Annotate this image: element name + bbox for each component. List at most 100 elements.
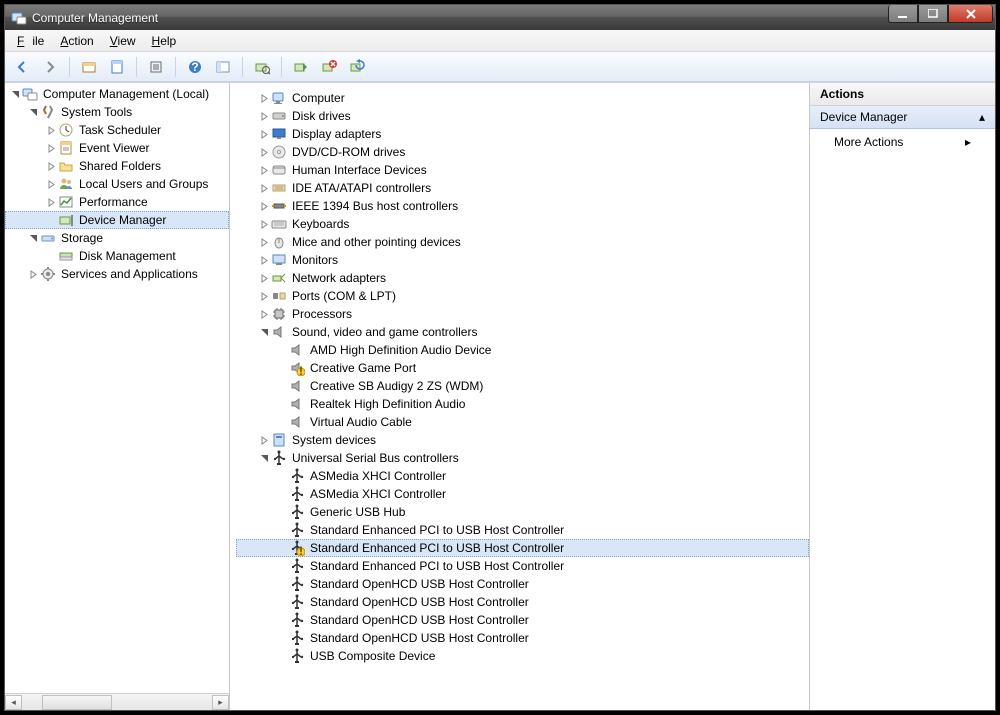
maximize-button[interactable] — [918, 5, 948, 23]
tree-item[interactable]: ASMedia XHCI Controller — [236, 467, 809, 485]
expand-closed-icon[interactable] — [258, 434, 270, 446]
menu-action[interactable]: Action — [56, 32, 97, 50]
expand-closed-icon[interactable] — [45, 178, 57, 190]
tree-item[interactable]: Standard Enhanced PCI to USB Host Contro… — [236, 521, 809, 539]
menu-view[interactable]: View — [106, 32, 140, 50]
scroll-right-button[interactable]: ▸ — [212, 695, 229, 710]
tree-item[interactable]: Universal Serial Bus controllers — [236, 449, 809, 467]
tree-item[interactable]: Computer — [236, 89, 809, 107]
help-button[interactable]: ? — [184, 56, 206, 78]
expand-closed-icon[interactable] — [45, 142, 57, 154]
tree-item[interactable]: Ports (COM & LPT) — [236, 287, 809, 305]
forward-button[interactable] — [39, 56, 61, 78]
menu-file[interactable]: File — [13, 32, 48, 50]
expand-closed-icon[interactable] — [27, 268, 39, 280]
expand-closed-icon[interactable] — [258, 110, 270, 122]
tree-item[interactable]: Display adapters — [236, 125, 809, 143]
tree-item[interactable]: Generic USB Hub — [236, 503, 809, 521]
menu-help[interactable]: Help — [148, 32, 181, 50]
tree-item[interactable]: !Creative Game Port — [236, 359, 809, 377]
tree-item[interactable]: Disk Management — [5, 247, 229, 265]
expand-closed-icon[interactable] — [258, 164, 270, 176]
tree-item[interactable]: Creative SB Audigy 2 ZS (WDM) — [236, 377, 809, 395]
tree-item[interactable]: Disk drives — [236, 107, 809, 125]
scan-hardware-button[interactable] — [251, 56, 273, 78]
show-hide-console-button[interactable] — [78, 56, 100, 78]
expand-none-icon — [276, 596, 288, 608]
tree-item[interactable]: Keyboards — [236, 215, 809, 233]
update-driver-button[interactable] — [346, 56, 368, 78]
tree-item[interactable]: Mice and other pointing devices — [236, 233, 809, 251]
tree-item[interactable]: Event Viewer — [5, 139, 229, 157]
tree-item[interactable]: IEEE 1394 Bus host controllers — [236, 197, 809, 215]
properties-button[interactable] — [106, 56, 128, 78]
tree-item-label: Standard Enhanced PCI to USB Host Contro… — [308, 559, 566, 573]
expand-closed-icon[interactable] — [258, 92, 270, 104]
tree-item[interactable]: Standard Enhanced PCI to USB Host Contro… — [236, 557, 809, 575]
expand-closed-icon[interactable] — [258, 200, 270, 212]
expand-none-icon — [276, 362, 288, 374]
tree-item[interactable]: Processors — [236, 305, 809, 323]
tree-item[interactable]: Network adapters — [236, 269, 809, 287]
actions-more-actions[interactable]: More Actions ▸ — [810, 129, 995, 155]
tree-item[interactable]: Standard OpenHCD USB Host Controller — [236, 593, 809, 611]
tree-item[interactable]: USB Composite Device — [236, 647, 809, 665]
expand-open-icon[interactable] — [27, 106, 39, 118]
close-button[interactable] — [948, 5, 993, 23]
scroll-left-button[interactable]: ◂ — [5, 695, 22, 710]
scroll-thumb[interactable] — [42, 695, 112, 710]
enable-button[interactable] — [290, 56, 312, 78]
tree-item[interactable]: Sound, video and game controllers — [236, 323, 809, 341]
expand-open-icon[interactable] — [258, 452, 270, 464]
tree-item[interactable]: System Tools — [5, 103, 229, 121]
expand-closed-icon[interactable] — [258, 128, 270, 140]
expand-closed-icon[interactable] — [45, 160, 57, 172]
tree-item[interactable]: Local Users and Groups — [5, 175, 229, 193]
tree-item[interactable]: Computer Management (Local) — [5, 85, 229, 103]
expand-open-icon[interactable] — [9, 88, 21, 100]
tree-item[interactable]: Standard OpenHCD USB Host Controller — [236, 611, 809, 629]
expand-open-icon[interactable] — [27, 232, 39, 244]
tree-item[interactable]: Services and Applications — [5, 265, 229, 283]
window-titlebar[interactable]: Computer Management — [5, 5, 995, 30]
tree-item[interactable]: Realtek High Definition Audio — [236, 395, 809, 413]
actions-section-device-manager[interactable]: Device Manager ▴ — [810, 106, 995, 129]
tree-item[interactable]: System devices — [236, 431, 809, 449]
view-button[interactable] — [212, 56, 234, 78]
tree-item[interactable]: AMD High Definition Audio Device — [236, 341, 809, 359]
tree-item[interactable]: Standard OpenHCD USB Host Controller — [236, 629, 809, 647]
collapse-icon: ▴ — [979, 110, 985, 124]
tree-item[interactable]: IDE ATA/ATAPI controllers — [236, 179, 809, 197]
tree-item[interactable]: Human Interface Devices — [236, 161, 809, 179]
device-tree[interactable]: ComputerDisk drivesDisplay adaptersDVD/C… — [230, 83, 809, 667]
expand-closed-icon[interactable] — [45, 196, 57, 208]
expand-closed-icon[interactable] — [45, 124, 57, 136]
tree-item[interactable]: Task Scheduler — [5, 121, 229, 139]
horizontal-scrollbar[interactable]: ◂ ▸ — [5, 693, 229, 710]
expand-closed-icon[interactable] — [258, 308, 270, 320]
expand-closed-icon[interactable] — [258, 218, 270, 230]
tree-item[interactable]: Monitors — [236, 251, 809, 269]
tree-item[interactable]: Performance — [5, 193, 229, 211]
tree-item-label: Sound, video and game controllers — [290, 325, 479, 339]
tree-item[interactable]: Standard OpenHCD USB Host Controller — [236, 575, 809, 593]
expand-closed-icon[interactable] — [258, 146, 270, 158]
tree-item[interactable]: ASMedia XHCI Controller — [236, 485, 809, 503]
export-list-button[interactable] — [145, 56, 167, 78]
expand-closed-icon[interactable] — [258, 182, 270, 194]
back-button[interactable] — [11, 56, 33, 78]
expand-open-icon[interactable] — [258, 326, 270, 338]
expand-closed-icon[interactable] — [258, 254, 270, 266]
expand-closed-icon[interactable] — [258, 272, 270, 284]
uninstall-button[interactable] — [318, 56, 340, 78]
tree-item[interactable]: Device Manager — [5, 211, 229, 229]
tree-item[interactable]: Storage — [5, 229, 229, 247]
tree-item[interactable]: !Standard Enhanced PCI to USB Host Contr… — [236, 539, 809, 557]
tree-item[interactable]: Virtual Audio Cable — [236, 413, 809, 431]
expand-closed-icon[interactable] — [258, 290, 270, 302]
expand-closed-icon[interactable] — [258, 236, 270, 248]
tree-item[interactable]: Shared Folders — [5, 157, 229, 175]
minimize-button[interactable] — [888, 5, 918, 23]
tree-item[interactable]: DVD/CD-ROM drives — [236, 143, 809, 161]
console-tree[interactable]: Computer Management (Local)System ToolsT… — [5, 83, 229, 301]
